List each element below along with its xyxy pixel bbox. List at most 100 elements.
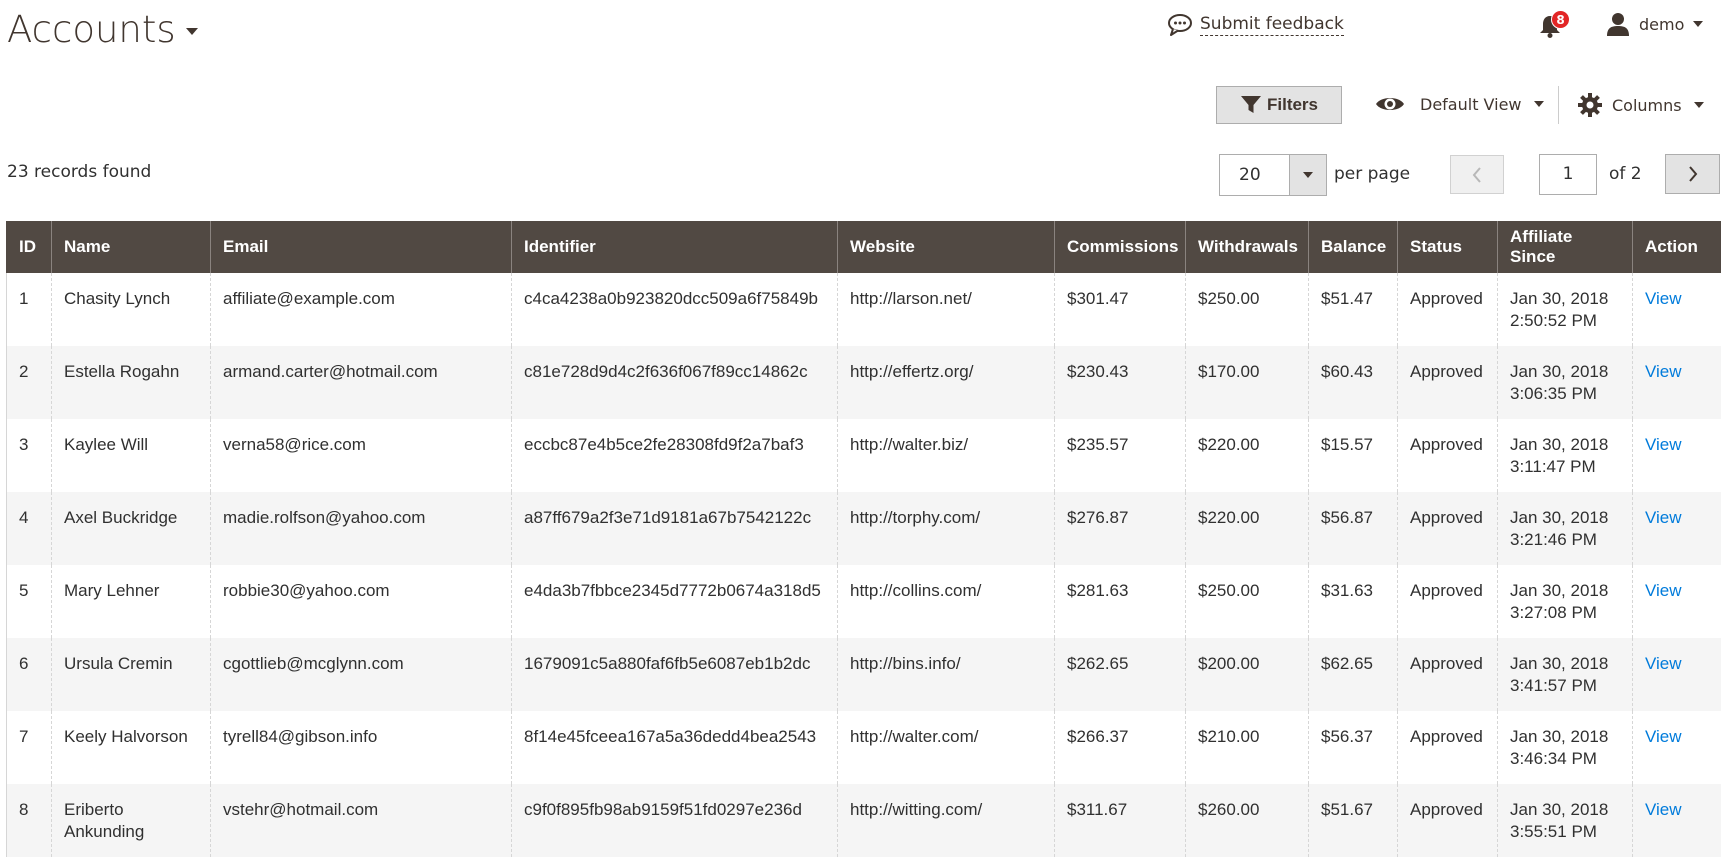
- cell-status: Approved: [1397, 784, 1498, 857]
- grid-header-row: ID Name Email Identifier Website Commiss…: [6, 221, 1721, 273]
- speech-bubble-icon: [1168, 14, 1192, 36]
- since-date: Jan 30, 2018: [1510, 800, 1609, 819]
- user-icon: [1607, 13, 1629, 36]
- cell-status: Approved: [1397, 419, 1498, 492]
- cell-id: 3: [6, 419, 52, 492]
- cell-identifier: c9f0f895fb98ab9159f51fd0297e236d: [511, 784, 838, 857]
- table-row: 8 Eriberto Ankunding vstehr@hotmail.com …: [6, 784, 1721, 857]
- view-link[interactable]: View: [1632, 419, 1721, 492]
- cell-identifier: eccbc87e4b5ce2fe28308fd9f2a7baf3: [511, 419, 838, 492]
- column-header-commissions[interactable]: Commissions: [1054, 221, 1186, 273]
- cell-name: Eriberto Ankunding: [51, 784, 211, 857]
- cell-id: 1: [6, 273, 52, 346]
- page-number-input[interactable]: 1: [1539, 154, 1597, 195]
- per-page-select[interactable]: 20: [1219, 154, 1327, 196]
- since-date: Jan 30, 2018: [1510, 289, 1609, 308]
- cell-withdrawals: $260.00: [1185, 784, 1309, 857]
- cell-commissions: $311.67: [1054, 784, 1186, 857]
- cell-status: Approved: [1397, 346, 1498, 419]
- cell-id: 5: [6, 565, 52, 638]
- cell-identifier: 8f14e45fceea167a5a36dedd4bea2543: [511, 711, 838, 784]
- cell-id: 8: [6, 784, 52, 857]
- column-header-balance[interactable]: Balance: [1308, 221, 1398, 273]
- cell-balance: $56.37: [1308, 711, 1398, 784]
- cell-commissions: $262.65: [1054, 638, 1186, 711]
- view-link[interactable]: View: [1632, 638, 1721, 711]
- columns-dropdown[interactable]: Columns: [1578, 93, 1704, 117]
- cell-name: Ursula Cremin: [51, 638, 211, 711]
- filters-button[interactable]: Filters: [1216, 86, 1342, 124]
- column-header-identifier[interactable]: Identifier: [511, 221, 838, 273]
- cell-balance: $56.87: [1308, 492, 1398, 565]
- cell-email: verna58@rice.com: [210, 419, 512, 492]
- since-date: Jan 30, 2018: [1510, 581, 1609, 600]
- view-link[interactable]: View: [1632, 273, 1721, 346]
- cell-identifier: e4da3b7fbbce2345d7772b0674a318d5: [511, 565, 838, 638]
- cell-email: armand.carter@hotmail.com: [210, 346, 512, 419]
- column-header-withdrawals[interactable]: Withdrawals: [1185, 221, 1309, 273]
- column-header-id[interactable]: ID: [6, 221, 52, 273]
- cell-identifier: 1679091c5a880faf6fb5e6087eb1b2dc: [511, 638, 838, 711]
- column-header-email[interactable]: Email: [210, 221, 512, 273]
- cell-affiliate-since: Jan 30, 2018 3:21:46 PM: [1497, 492, 1633, 565]
- previous-page-button[interactable]: [1450, 155, 1504, 194]
- view-link[interactable]: View: [1632, 565, 1721, 638]
- gear-icon: [1578, 93, 1602, 117]
- view-link[interactable]: View: [1632, 346, 1721, 419]
- cell-website: http://effertz.org/: [837, 346, 1055, 419]
- records-count: 23 records found: [7, 162, 152, 182]
- table-row: 7 Keely Halvorson tyrell84@gibson.info 8…: [6, 711, 1721, 784]
- table-row: 1 Chasity Lynch affiliate@example.com c4…: [6, 273, 1721, 346]
- cell-name: Estella Rogahn: [51, 346, 211, 419]
- cell-commissions: $301.47: [1054, 273, 1186, 346]
- since-time: 2:50:52 PM: [1510, 311, 1597, 330]
- user-menu[interactable]: demo: [1606, 12, 1704, 36]
- toolbar-divider: [1558, 86, 1559, 124]
- next-page-button[interactable]: [1665, 154, 1720, 194]
- cell-id: 6: [6, 638, 52, 711]
- chevron-left-icon: [1472, 166, 1481, 183]
- since-time: 3:21:46 PM: [1510, 530, 1597, 549]
- cell-id: 4: [6, 492, 52, 565]
- cell-balance: $62.65: [1308, 638, 1398, 711]
- view-link[interactable]: View: [1632, 784, 1721, 857]
- column-header-status[interactable]: Status: [1397, 221, 1498, 273]
- cell-status: Approved: [1397, 492, 1498, 565]
- cell-website: http://larson.net/: [837, 273, 1055, 346]
- cell-withdrawals: $220.00: [1185, 419, 1309, 492]
- cell-website: http://collins.com/: [837, 565, 1055, 638]
- since-time: 3:06:35 PM: [1510, 384, 1597, 403]
- page-title[interactable]: Accounts: [7, 8, 198, 52]
- page-title-text: Accounts: [7, 8, 176, 51]
- since-time: 3:55:51 PM: [1510, 822, 1597, 841]
- chevron-down-icon: [1693, 21, 1704, 27]
- since-time: 3:27:08 PM: [1510, 603, 1597, 622]
- cell-email: robbie30@yahoo.com: [210, 565, 512, 638]
- cell-commissions: $235.57: [1054, 419, 1186, 492]
- since-date: Jan 30, 2018: [1510, 362, 1609, 381]
- since-date: Jan 30, 2018: [1510, 727, 1609, 746]
- cell-name: Mary Lehner: [51, 565, 211, 638]
- default-view-dropdown[interactable]: Default View: [1375, 94, 1544, 114]
- view-link[interactable]: View: [1632, 492, 1721, 565]
- chevron-down-icon: [185, 28, 198, 35]
- cell-balance: $51.47: [1308, 273, 1398, 346]
- submit-feedback-link[interactable]: Submit feedback: [1167, 14, 1344, 36]
- cell-website: http://bins.info/: [837, 638, 1055, 711]
- cell-balance: $31.63: [1308, 565, 1398, 638]
- column-header-name[interactable]: Name: [51, 221, 211, 273]
- chevron-down-icon: [1693, 102, 1704, 108]
- since-time: 3:11:47 PM: [1510, 457, 1596, 476]
- user-name: demo: [1639, 14, 1685, 34]
- default-view-label: Default View: [1420, 94, 1522, 114]
- column-header-affiliate-since[interactable]: Affiliate Since: [1497, 221, 1633, 273]
- eye-icon: [1376, 98, 1404, 110]
- column-header-website[interactable]: Website: [837, 221, 1055, 273]
- per-page-toggle[interactable]: [1289, 155, 1326, 195]
- cell-name: Chasity Lynch: [51, 273, 211, 346]
- cell-affiliate-since: Jan 30, 2018 3:06:35 PM: [1497, 346, 1633, 419]
- view-link[interactable]: View: [1632, 711, 1721, 784]
- accounts-grid: ID Name Email Identifier Website Commiss…: [6, 221, 1721, 857]
- table-row: 6 Ursula Cremin cgottlieb@mcglynn.com 16…: [6, 638, 1721, 711]
- cell-withdrawals: $250.00: [1185, 565, 1309, 638]
